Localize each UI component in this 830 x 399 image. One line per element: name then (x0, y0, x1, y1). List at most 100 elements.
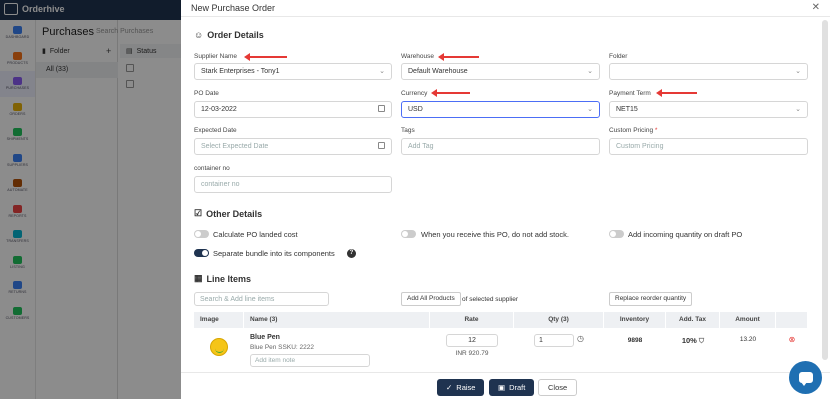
expected-date-placeholder: Select Expected Date (201, 143, 269, 150)
line-items-heading: ▦ Line Items (194, 273, 251, 284)
chevron-down-icon: ⌄ (795, 68, 801, 75)
bundle-toggle[interactable] (194, 249, 209, 257)
order-details-title: Order Details (207, 30, 264, 40)
warehouse-value: Default Warehouse (408, 68, 468, 75)
modal-scrollbar[interactable] (822, 20, 828, 360)
add-all-products-button[interactable]: Add All Products (401, 292, 461, 306)
line-item-search-placeholder: Search & Add line items (200, 296, 275, 303)
line-item-search[interactable]: Search & Add line items (194, 292, 329, 306)
landed-cost-toggle[interactable] (194, 230, 209, 238)
container-placeholder: container no (201, 181, 240, 188)
raise-button[interactable]: ✓ Raise (437, 379, 485, 396)
save-icon: ▣ (498, 383, 506, 392)
item-name: Blue Pen (250, 334, 280, 341)
item-rate-value: 12 (468, 337, 476, 344)
landed-cost-label: Calculate PO landed cost (213, 230, 298, 239)
incoming-qty-toggle[interactable] (609, 230, 624, 238)
item-tax: 10% (681, 336, 697, 345)
folder-select[interactable]: ⌄ (609, 63, 808, 80)
bundle-label: Separate bundle into its components (213, 249, 335, 258)
other-details-heading: ☑ Other Details (194, 208, 262, 219)
po-date-value: 12-03-2022 (201, 106, 237, 113)
item-note-input[interactable]: Add item note (250, 354, 370, 367)
col-amount: Amount (720, 312, 776, 328)
custom-pricing-placeholder: Custom Pricing (616, 143, 664, 150)
currency-value: USD (408, 106, 423, 113)
col-rate: Rate (430, 312, 514, 328)
folder-field-label: Folder (609, 53, 628, 60)
po-date-label: PO Date (194, 90, 219, 97)
draft-label: Draft (509, 383, 526, 392)
help-icon[interactable]: ? (347, 249, 356, 258)
incoming-qty-label: Add incoming quantity on draft PO (628, 230, 743, 239)
item-rate-input[interactable]: 12 (446, 334, 498, 347)
col-actions (776, 312, 808, 328)
calendar-icon (378, 105, 385, 112)
item-rate-inr: INR 920.79 (455, 350, 489, 357)
warehouse-label: Warehouse (401, 53, 434, 60)
col-inventory: Inventory (604, 312, 666, 328)
other-details-title: Other Details (206, 208, 263, 219)
no-stock-label: When you receive this PO, do not add sto… (421, 230, 569, 239)
custom-pricing-text: Custom Pricing (609, 127, 654, 134)
container-input[interactable]: container no (194, 176, 392, 193)
draft-button[interactable]: ▣ Draft (489, 379, 535, 396)
supplier-value: Stark Enterprises - Tony1 (201, 68, 280, 75)
col-qty: Qty (3) (514, 312, 604, 328)
raise-label: Raise (456, 383, 476, 392)
annotation-arrow-supplier (244, 53, 287, 61)
close-icon[interactable]: ✕ (812, 2, 820, 13)
tags-input[interactable]: Add Tag (401, 138, 600, 155)
calendar-icon (378, 142, 385, 149)
order-details-heading: ☺ Order Details (194, 30, 264, 40)
close-button[interactable]: Close (538, 379, 578, 396)
tags-placeholder: Add Tag (408, 143, 434, 150)
currency-select[interactable]: USD ⌄ (401, 101, 600, 118)
item-qty-value: 1 (539, 337, 543, 344)
expected-date-input[interactable]: Select Expected Date (194, 138, 392, 155)
chevron-down-icon: ⌄ (587, 68, 593, 75)
checkbox-icon: ☑ (194, 208, 203, 218)
col-image: Image (194, 312, 244, 328)
warehouse-select[interactable]: Default Warehouse ⌄ (401, 63, 600, 80)
currency-label: Currency (401, 90, 428, 97)
col-tax: Add. Tax (666, 312, 720, 328)
col-name: Name (3) (244, 312, 430, 328)
line-items-title: Line Items (206, 273, 252, 284)
po-date-input[interactable]: 12-03-2022 (194, 101, 392, 118)
supplier-label: Supplier Name (194, 53, 237, 60)
chevron-down-icon: ⌄ (379, 68, 385, 75)
table-header: Image Name (3) Rate Qty (3) Inventory Ad… (194, 312, 808, 328)
modal-footer: ✓ Raise ▣ Draft Close (181, 372, 830, 399)
of-selected-supplier: of selected supplier (462, 296, 519, 303)
annotation-arrow-payment (656, 89, 697, 97)
smiley-icon (210, 338, 228, 356)
expected-date-label: Expected Date (194, 127, 237, 134)
item-sku: Blue Pen SSKU: 2222 (250, 344, 314, 351)
item-qty-input[interactable]: 1 (534, 334, 574, 347)
modal-title: New Purchase Order (191, 3, 276, 13)
payment-term-select[interactable]: NET15 ⌄ (609, 101, 808, 118)
container-label: container no (194, 165, 230, 172)
tags-label: Tags (401, 127, 415, 134)
required-mark: * (653, 127, 658, 134)
custom-pricing-label: Custom Pricing * (609, 127, 657, 134)
tax-info-icon[interactable]: ⛉ (699, 338, 704, 345)
annotation-arrow-currency (431, 89, 470, 97)
chevron-down-icon: ⌄ (587, 106, 593, 113)
item-note-placeholder: Add item note (255, 357, 296, 364)
check-icon: ✓ (446, 383, 453, 392)
custom-pricing-input[interactable]: Custom Pricing (609, 138, 808, 155)
replace-reorder-button[interactable]: Replace reorder quantity (609, 292, 693, 306)
no-stock-toggle[interactable] (401, 230, 416, 238)
payment-term-label: Payment Term (609, 90, 651, 97)
modal-header: New Purchase Order ✕ (181, 0, 830, 17)
annotation-arrow-warehouse (438, 53, 479, 61)
user-icon: ☺ (194, 30, 204, 40)
chat-button[interactable] (789, 361, 822, 394)
chat-icon (798, 372, 813, 386)
chevron-down-icon: ⌄ (795, 106, 801, 113)
payment-term-value: NET15 (616, 106, 638, 113)
supplier-select[interactable]: Stark Enterprises - Tony1 ⌄ (194, 63, 392, 80)
grid-icon: ▦ (194, 273, 203, 283)
